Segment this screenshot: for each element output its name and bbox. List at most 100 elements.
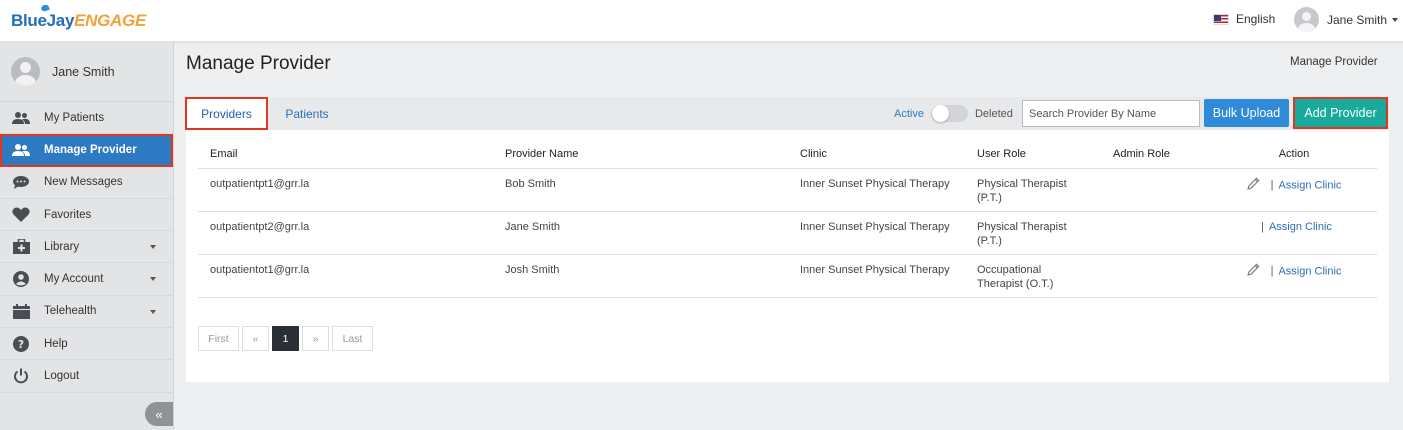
cell-action: | Assign Clinic: [1211, 254, 1377, 298]
sidebar-item-telehealth[interactable]: Telehealth: [0, 296, 173, 329]
cell-email: outpatientot1@grr.la: [198, 254, 493, 298]
sidebar-item-my-account[interactable]: My Account: [0, 263, 173, 296]
sidebar-item-label: Logout: [44, 370, 80, 383]
action-separator: |: [1261, 220, 1264, 233]
chevron-down-icon: [1392, 17, 1399, 22]
bulk-upload-button[interactable]: Bulk Upload: [1204, 99, 1289, 127]
pagination: First « 1 » Last: [198, 326, 376, 351]
power-icon: [12, 367, 30, 385]
user-role-line-1: Physical Therapist: [977, 220, 1067, 233]
table-row: outpatientpt1@grr.la Bob Smith Inner Sun…: [198, 168, 1377, 212]
sidebar-item-label: New Messages: [44, 176, 123, 189]
question-icon: ?: [12, 335, 30, 353]
app-logo[interactable]: BlueJayENGAGE: [11, 3, 146, 31]
sidebar-item-label: Library: [44, 240, 80, 253]
column-header-admin-role: Admin Role: [1101, 141, 1211, 169]
cell-clinic: Inner Sunset Physical Therapy: [788, 211, 965, 255]
sidebar-item-library[interactable]: Library: [0, 231, 173, 264]
sidebar: Jane Smith My Patients Manage Provider N…: [0, 42, 174, 430]
sidebar-item-label: My Account: [44, 273, 104, 286]
sidebar-item-label: My Patients: [44, 111, 105, 124]
toggle-label-active: Active: [894, 107, 924, 120]
users-icon: [12, 109, 30, 127]
sidebar-item-logout[interactable]: Logout: [0, 360, 173, 393]
sidebar-item-label: Telehealth: [44, 305, 97, 318]
sidebar-item-new-messages[interactable]: New Messages: [0, 167, 173, 199]
column-header-clinic: Clinic: [788, 141, 965, 169]
cell-provider-name: Josh Smith: [493, 254, 788, 298]
tab-patients[interactable]: Patients: [276, 97, 338, 130]
sidebar-item-label: Manage Provider: [44, 143, 137, 156]
tab-providers[interactable]: Providers: [185, 97, 268, 130]
cell-action: | Assign Clinic: [1211, 211, 1377, 255]
chat-icon: [12, 173, 30, 191]
column-header-email: Email: [198, 141, 493, 169]
heart-icon: [12, 206, 30, 224]
active-deleted-toggle[interactable]: [930, 105, 968, 122]
sidebar-item-manage-provider[interactable]: Manage Provider: [0, 134, 173, 167]
cell-user-role: Physical Therapist (P.T.): [965, 211, 1101, 255]
provider-table: Email Provider Name Clinic User Role Adm…: [198, 141, 1377, 298]
cell-admin-role: [1101, 211, 1211, 255]
avatar: [11, 57, 40, 86]
svg-text:?: ?: [18, 338, 24, 351]
pagination-prev[interactable]: «: [242, 326, 269, 351]
collapse-sidebar-button[interactable]: «: [145, 402, 173, 426]
pagination-current-page[interactable]: 1: [272, 326, 299, 351]
pencil-icon[interactable]: [1246, 263, 1260, 280]
cell-clinic: Inner Sunset Physical Therapy: [788, 168, 965, 212]
pagination-next[interactable]: »: [302, 326, 329, 351]
action-separator: |: [1270, 178, 1274, 191]
assign-clinic-link[interactable]: Assign Clinic: [1278, 179, 1341, 191]
sidebar-profile: Jane Smith: [0, 42, 173, 102]
user-role-line-1: Occupational: [977, 263, 1042, 276]
user-menu[interactable]: Jane Smith: [1294, 7, 1399, 32]
cell-email: outpatientpt2@grr.la: [198, 211, 493, 255]
table-header-row: Email Provider Name Clinic User Role Adm…: [198, 141, 1377, 169]
column-header-user-role: User Role: [965, 141, 1101, 169]
pagination-first[interactable]: First: [198, 326, 239, 351]
assign-clinic-link[interactable]: Assign Clinic: [1278, 265, 1341, 277]
user-role-line-2: (P.T.): [977, 234, 1002, 247]
language-label: English: [1236, 12, 1276, 26]
medical-kit-icon: [12, 238, 30, 256]
table-row: outpatientot1@grr.la Josh Smith Inner Su…: [198, 254, 1377, 298]
pagination-last[interactable]: Last: [332, 326, 373, 351]
us-flag-icon: [1213, 13, 1229, 25]
user-circle-icon: [12, 270, 30, 288]
top-bar: BlueJayENGAGE English Jane Smith: [0, 0, 1403, 42]
tab-bar: Providers Patients Active Deleted Bulk U…: [185, 97, 1389, 130]
sidebar-item-label: Favorites: [44, 208, 92, 221]
active-deleted-toggle-group: Active Deleted: [894, 105, 1013, 122]
language-selector[interactable]: English: [1213, 12, 1275, 26]
chevron-down-icon: [150, 277, 156, 282]
cell-user-role: Physical Therapist (P.T.): [965, 168, 1101, 212]
user-role-line-2: Therapist (O.T.): [977, 277, 1054, 290]
cell-action: | Assign Clinic: [1211, 168, 1377, 212]
cell-admin-role: [1101, 168, 1211, 212]
assign-clinic-link[interactable]: Assign Clinic: [1269, 221, 1332, 233]
user-role-line-1: Physical Therapist: [977, 177, 1067, 190]
chevron-down-icon: [150, 245, 156, 250]
sidebar-item-favorites[interactable]: Favorites: [0, 199, 173, 232]
breadcrumb[interactable]: Manage Provider: [1290, 56, 1378, 68]
calendar-icon: [12, 302, 30, 320]
table-row: outpatientpt2@grr.la Jane Smith Inner Su…: [198, 211, 1377, 255]
sidebar-item-help[interactable]: ? Help: [0, 328, 173, 361]
page-title: Manage Provider: [186, 53, 331, 74]
provider-panel: Providers Patients Active Deleted Bulk U…: [185, 97, 1389, 382]
avatar: [1294, 7, 1319, 32]
cell-provider-name: Jane Smith: [493, 211, 788, 255]
chevron-down-icon: [150, 309, 156, 314]
cell-clinic: Inner Sunset Physical Therapy: [788, 254, 965, 298]
users-icon: [12, 141, 30, 159]
profile-name: Jane Smith: [52, 64, 115, 79]
add-provider-button[interactable]: Add Provider: [1293, 97, 1388, 129]
cell-email: outpatientpt1@grr.la: [198, 168, 493, 212]
search-input[interactable]: [1022, 100, 1200, 127]
double-chevron-left-icon: «: [155, 406, 163, 422]
pencil-icon[interactable]: [1246, 177, 1260, 194]
sidebar-item-my-patients[interactable]: My Patients: [0, 102, 173, 135]
column-header-provider-name: Provider Name: [493, 141, 788, 169]
cell-user-role: Occupational Therapist (O.T.): [965, 254, 1101, 298]
